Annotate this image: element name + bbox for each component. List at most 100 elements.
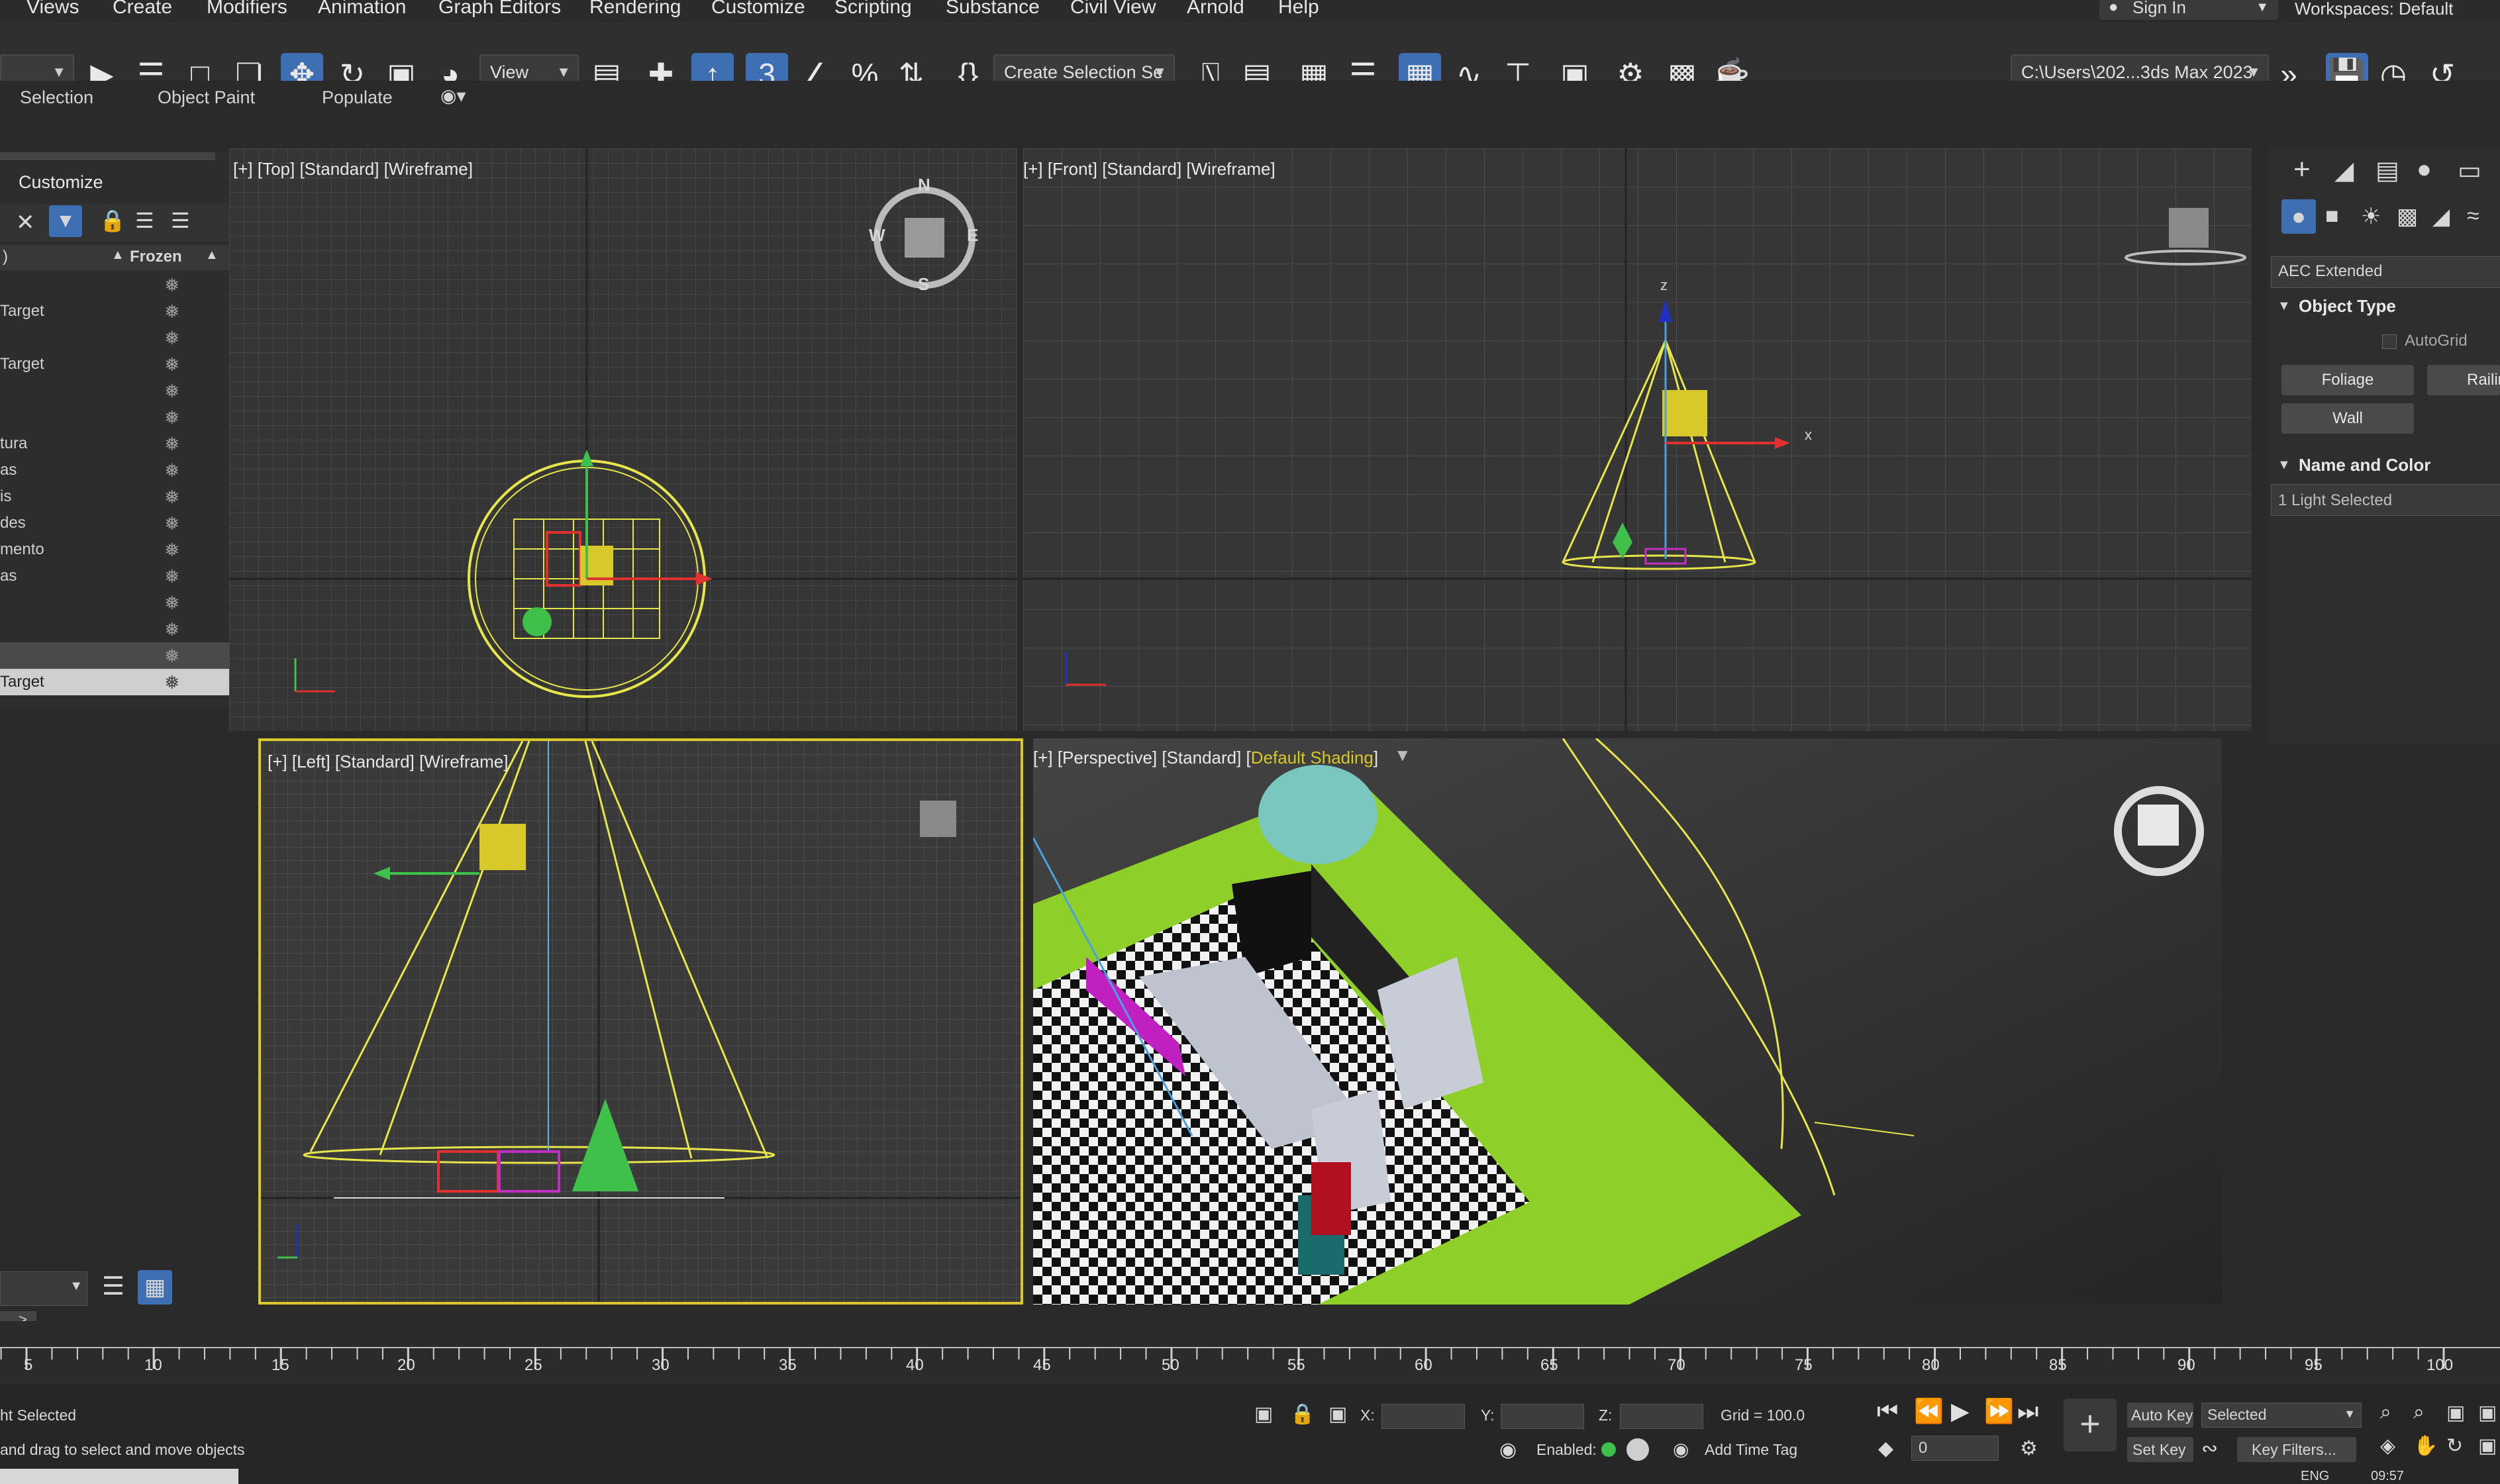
menu-animation[interactable]: Animation [318,0,406,19]
lights-icon[interactable]: ☀ [2361,203,2381,230]
next-frame-icon[interactable]: ⏩ [1984,1397,2014,1425]
motion-tab-icon[interactable]: ● [2417,156,2432,184]
list-item[interactable]: tura ❅ [0,430,245,457]
viewport-perspective-label[interactable]: [+] [Perspective] [Standard] [Default Sh… [1033,748,1378,768]
enabled-indicator[interactable] [1601,1442,1616,1457]
spacewarps-icon[interactable]: ≈ [2467,203,2479,229]
set-key-big-icon[interactable]: + [2064,1399,2117,1452]
zoom-icon[interactable]: ⌕ [2380,1401,2391,1424]
menu-graph-editors[interactable]: Graph Editors [438,0,561,19]
time-tag-icon[interactable]: ◉ [1673,1438,1689,1460]
frozen-toggle-icon[interactable]: ❅ [164,513,179,534]
frozen-toggle-icon[interactable]: ❅ [164,460,179,481]
create-tab-icon[interactable]: + [2293,153,2311,186]
set-key-button[interactable]: Set Key [2127,1437,2193,1462]
modify-tab-icon[interactable]: ◢ [2334,156,2354,185]
ribbon-options-icon[interactable]: ◉▾ [440,85,466,107]
frozen-toggle-icon[interactable]: ❅ [164,645,179,667]
go-to-start-icon[interactable]: ⏮ [1877,1397,1898,1426]
filter-icon[interactable]: ▼ [49,205,82,237]
key-set-dropdown[interactable]: Selected ▼ [2201,1403,2362,1428]
list-item[interactable]: ❅ [0,616,245,642]
frozen-toggle-icon[interactable]: ❅ [164,618,179,640]
foliage-button[interactable]: Foliage [2281,365,2414,395]
sort-by-layer-icon[interactable]: ☰ [102,1271,125,1301]
frozen-toggle-icon[interactable]: ❅ [164,407,179,428]
display-tab-icon[interactable]: ▭ [2458,156,2481,185]
close-icon[interactable]: ✕ [16,209,35,236]
viewport-left-active[interactable]: [+] [Left] [Standard] [Wireframe] [258,738,1023,1305]
menu-scripting[interactable]: Scripting [834,0,912,19]
frozen-toggle-icon[interactable]: ❅ [164,327,179,349]
object-type-header[interactable]: Object Type [2299,296,2396,317]
explorer-menu-customize[interactable]: Customize [19,172,103,193]
hierarchy-icon[interactable]: ☰ [135,208,154,233]
wall-button[interactable]: Wall [2281,403,2414,434]
play-icon[interactable]: ▶ [1951,1397,1970,1425]
viewport-top[interactable]: [+] [Top] [Standard] [Wireframe] N W E S [229,148,1017,731]
frozen-toggle-icon[interactable]: ❅ [164,301,179,322]
menu-customize[interactable]: Customize [711,0,805,19]
frozen-toggle-icon[interactable]: ❅ [164,274,179,296]
sort-by-hierarchy-icon[interactable]: ▦ [138,1270,172,1305]
menu-civil-view[interactable]: Civil View [1070,0,1156,19]
hierarchy-tab-icon[interactable]: ▤ [2375,156,2399,185]
list-item-selected[interactable]: Target ❅ [0,669,245,695]
autogrid-checkbox[interactable] [2382,334,2397,349]
list-item[interactable]: ❅ [0,589,245,616]
geometry-icon[interactable]: ● [2281,199,2316,234]
viewport-top-label[interactable]: [+] [Top] [Standard] [Wireframe] [233,159,473,179]
name-column-header[interactable]: ) [3,248,8,266]
list-item[interactable]: ❅ [0,642,245,669]
cameras-icon[interactable]: ▩ [2397,203,2418,230]
list-item[interactable]: Target ❅ [0,351,245,377]
category-dropdown[interactable]: AEC Extended [2271,256,2500,288]
menu-modifiers[interactable]: Modifiers [207,0,287,19]
maxscript-listener[interactable] [0,1469,238,1484]
list-item[interactable]: Target ❅ [0,298,245,324]
list-item[interactable]: is ❅ [0,483,245,510]
menu-help[interactable]: Help [1278,0,1319,19]
frozen-toggle-icon[interactable]: ❅ [164,380,179,402]
viewport-filter-icon[interactable]: ▼ [1394,745,1411,766]
rollout-collapse-icon[interactable]: ▼ [2277,299,2291,314]
frozen-toggle-icon[interactable]: ❅ [164,671,179,693]
key-mode-toggle-icon[interactable]: ∾ [2201,1437,2218,1460]
frozen-toggle-icon[interactable]: ❅ [164,486,179,508]
zoom-extents-all-icon[interactable]: ▣ [2478,1401,2497,1424]
add-time-tag[interactable]: Add Time Tag [1705,1441,1797,1459]
helpers-icon[interactable]: ◢ [2432,203,2450,230]
layer-hierarchy-icon[interactable]: ☰ [171,208,190,233]
frozen-toggle-icon[interactable]: ❅ [164,566,179,587]
menu-arnold[interactable]: Arnold [1187,0,1244,19]
viewport-left-label[interactable]: [+] [Left] [Standard] [Wireframe] [268,752,508,772]
ribbon-tab-selection[interactable]: Selection [20,87,93,108]
current-frame-field[interactable]: 0 [1911,1436,1999,1461]
go-to-end-icon[interactable]: ⏭ [2017,1397,2038,1426]
list-item[interactable]: des ❅ [0,510,245,536]
sign-in-dropdown[interactable]: ● Sign In ▼ [2099,0,2278,20]
lock-icon[interactable]: 🔒 [99,208,126,233]
time-config-icon[interactable] [1626,1438,1649,1461]
previous-frame-icon[interactable]: ⏪ [1914,1397,1944,1425]
name-color-header[interactable]: Name and Color [2299,455,2430,475]
time-configuration-icon[interactable]: ⚙ [2020,1437,2038,1460]
list-item[interactable]: ❅ [0,272,245,298]
object-name-field[interactable]: 1 Light Selected [2271,484,2500,516]
list-item[interactable]: as ❅ [0,457,245,483]
x-coordinate-field[interactable] [1381,1404,1465,1429]
menu-rendering[interactable]: Rendering [589,0,681,19]
absolute-mode-icon[interactable]: ▣ [1328,1403,1347,1426]
menu-create[interactable]: Create [113,0,172,19]
rollout-collapse-icon[interactable]: ▼ [2277,458,2291,473]
workspace-name[interactable]: Default [2399,0,2453,19]
viewport-perspective[interactable]: [+] [Perspective] [Standard] [Default Sh… [1033,738,2222,1305]
viewport-front[interactable]: [+] [Front] [Standard] [Wireframe] z x [1023,148,2252,731]
adaptive-degradation-icon[interactable]: ◉ [1499,1438,1517,1461]
key-filters-button[interactable]: Key Filters... [2237,1437,2356,1462]
auto-key-button[interactable]: Auto Key [2127,1403,2193,1428]
pan-icon[interactable]: ✋ [2413,1434,2438,1458]
list-item[interactable]: as ❅ [0,563,245,589]
viewport-front-label[interactable]: [+] [Front] [Standard] [Wireframe] [1023,159,1275,179]
orbit-icon[interactable]: ↻ [2446,1434,2463,1458]
